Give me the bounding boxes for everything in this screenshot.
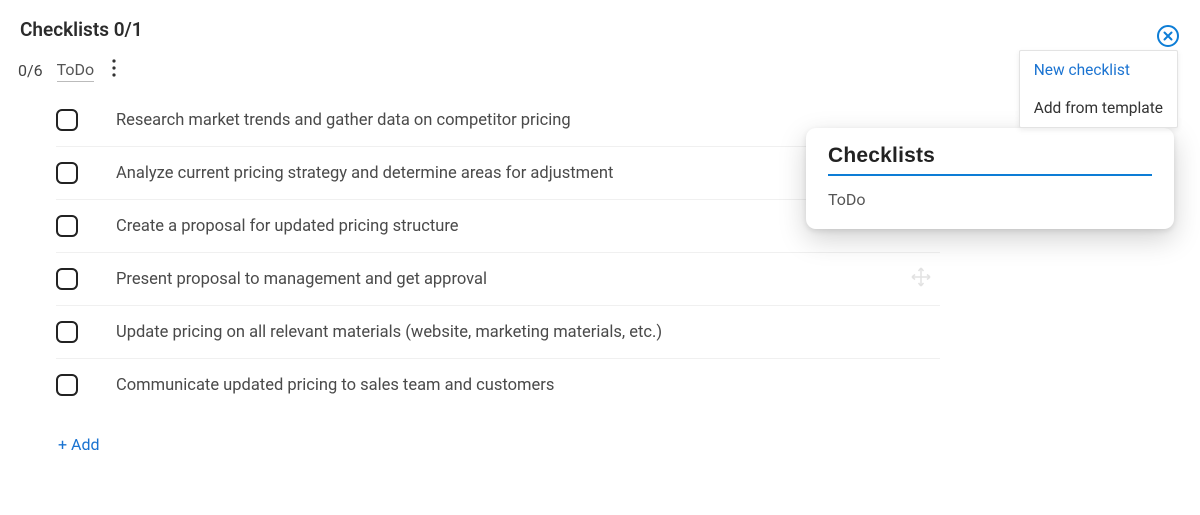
- checklist-item: Present proposal to management and get a…: [56, 253, 940, 306]
- checklist-item-text[interactable]: Research market trends and gather data o…: [116, 111, 571, 130]
- checklist-item-text[interactable]: Create a proposal for updated pricing st…: [116, 217, 459, 236]
- checkbox[interactable]: [56, 109, 78, 131]
- checklist-item-text[interactable]: Analyze current pricing strategy and det…: [116, 164, 613, 183]
- checklist-item: Communicate updated pricing to sales tea…: [56, 359, 940, 411]
- checkbox[interactable]: [56, 162, 78, 184]
- checkbox[interactable]: [56, 374, 78, 396]
- checkbox[interactable]: [56, 268, 78, 290]
- checklists-header: Checklists 0/1: [0, 0, 1200, 51]
- checklists-popover: Checklists ToDo: [806, 128, 1174, 229]
- checklist-dropdown: New checklist Add from template: [1019, 50, 1178, 128]
- checkbox[interactable]: [56, 321, 78, 343]
- add-item-button[interactable]: + Add: [0, 411, 1200, 464]
- add-from-template-option[interactable]: Add from template: [1020, 89, 1177, 127]
- checklists-title: Checklists 0/1: [20, 18, 143, 41]
- checklist-name[interactable]: ToDo: [57, 60, 95, 82]
- checkbox[interactable]: [56, 215, 78, 237]
- checklist-item-text[interactable]: Communicate updated pricing to sales tea…: [116, 376, 554, 395]
- more-icon[interactable]: [108, 59, 120, 82]
- checklist-item: Update pricing on all relevant materials…: [56, 306, 940, 359]
- checklist-item-text[interactable]: Present proposal to management and get a…: [116, 270, 487, 289]
- close-icon[interactable]: [1156, 24, 1180, 48]
- checklist-count: 0/6: [18, 61, 43, 80]
- checklist-item-text[interactable]: Update pricing on all relevant materials…: [116, 323, 662, 342]
- new-checklist-option[interactable]: New checklist: [1020, 51, 1177, 89]
- drag-icon[interactable]: [910, 266, 932, 292]
- popover-list-item[interactable]: ToDo: [828, 190, 1152, 209]
- popover-title: Checklists: [828, 144, 1152, 176]
